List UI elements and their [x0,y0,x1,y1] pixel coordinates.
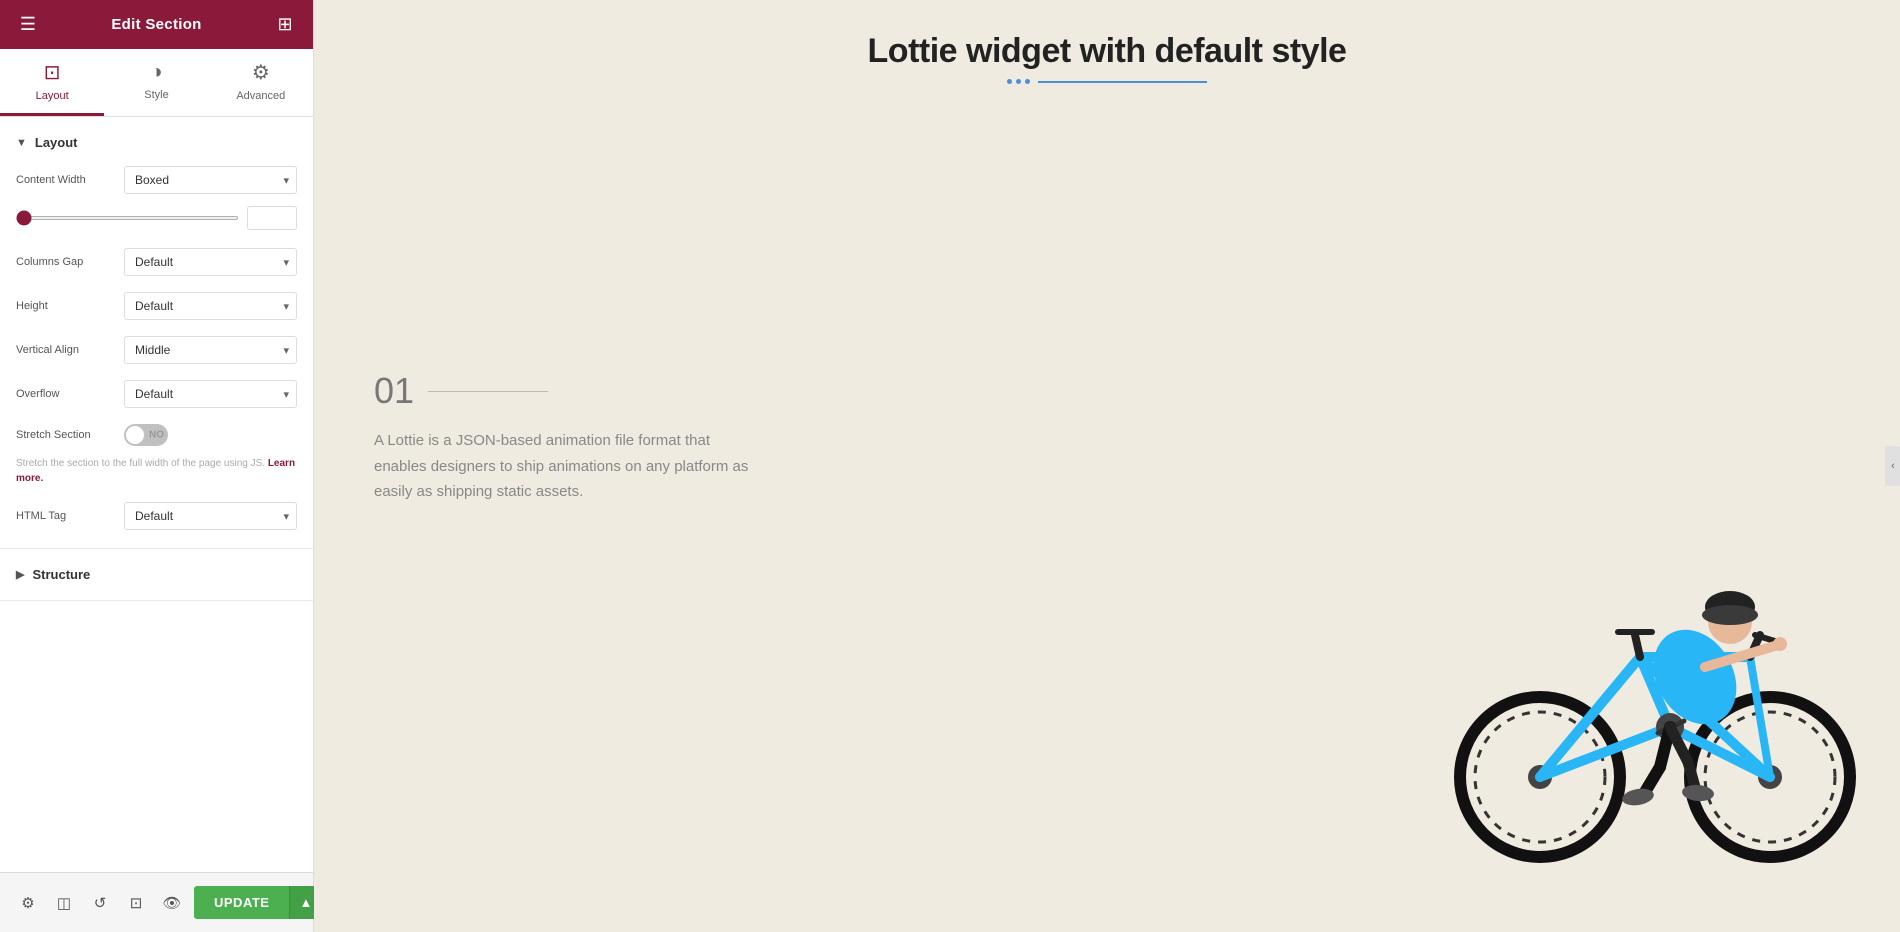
structure-section-header[interactable]: ▶ Structure [0,559,313,590]
content-width-control: Boxed Full Width ▾ [124,166,297,194]
bicycle-illustration [1440,527,1860,872]
columns-gap-select[interactable]: Default No Gap Narrow Extended Wide [124,248,297,276]
grid-icon[interactable]: ⊞ [271,11,299,39]
section-number: 01 [374,370,754,412]
width-slider[interactable] [16,216,239,220]
dots-group [1007,79,1030,84]
advanced-tab-label: Advanced [236,90,285,102]
overflow-row: Overflow Default Hidden ▾ [0,372,313,416]
update-button[interactable]: UPDATE [194,886,289,919]
layout-section-group: ▼ Layout Content Width Boxed Full Width … [0,117,313,549]
layout-tab-label: Layout [36,90,69,102]
structure-section-group: ▶ Structure [0,549,313,601]
collapse-handle[interactable]: ‹ [1885,446,1900,486]
panel-tabs: ⊡ Layout ◑ Style ⚙ Advanced [0,49,313,117]
height-select[interactable]: Default Fit to Screen Min Height [124,292,297,320]
layout-tab-icon: ⊡ [44,60,61,85]
advanced-tab-icon: ⚙ [252,60,270,85]
overflow-select[interactable]: Default Hidden [124,380,297,408]
stretch-section-label: Stretch Section [16,428,116,442]
width-slider-input[interactable] [247,206,297,230]
columns-gap-control: Default No Gap Narrow Extended Wide ▾ [124,248,297,276]
structure-chevron-icon: ▶ [16,568,24,581]
vertical-align-select[interactable]: Top Middle Bottom [124,336,297,364]
panel-header: ☰ Edit Section ⊞ [0,0,313,49]
toggle-no-label: NO [149,430,164,441]
left-panel: ☰ Edit Section ⊞ ⊡ Layout ◑ Style ⚙ Adva… [0,0,314,932]
layout-section-header[interactable]: ▼ Layout [0,127,313,158]
layout-chevron-icon: ▼ [16,137,27,149]
dot-1 [1007,79,1012,84]
stretch-section-row: Stretch Section NO [0,416,313,454]
stretch-description: Stretch the section to the full width of… [16,458,265,469]
content-width-label: Content Width [16,173,116,187]
columns-gap-label: Columns Gap [16,255,116,269]
responsive-icon-btn[interactable]: ⊡ [120,887,152,919]
style-tab-icon: ◑ [150,61,162,84]
overflow-label: Overflow [16,387,116,401]
toggle-knob [126,426,144,444]
panel-content: ▼ Layout Content Width Boxed Full Width … [0,117,313,872]
tab-layout[interactable]: ⊡ Layout [0,49,104,116]
section-01-content: 01 A Lottie is a JSON-based animation fi… [374,370,754,505]
main-area: ‹ Lottie widget with default style 01 A … [314,0,1900,932]
vertical-align-row: Vertical Align Top Middle Bottom ▾ [0,328,313,372]
preview-icon-btn[interactable]: 👁 [156,887,188,919]
divider-line [1038,81,1207,83]
height-label: Height [16,299,116,313]
bicycle-svg [1440,527,1860,867]
menu-icon[interactable]: ☰ [14,11,42,39]
overflow-control: Default Hidden ▾ [124,380,297,408]
html-tag-label: HTML Tag [16,509,116,523]
panel-title: Edit Section [111,16,201,33]
html-tag-select[interactable]: Default header footer main article secti… [124,502,297,530]
layout-section-label: Layout [35,135,78,150]
html-tag-control: Default header footer main article secti… [124,502,297,530]
structure-section-label: Structure [32,567,90,582]
columns-gap-row: Columns Gap Default No Gap Narrow Extend… [0,240,313,284]
html-tag-row: HTML Tag Default header footer main arti… [0,494,313,538]
content-width-select[interactable]: Boxed Full Width [124,166,297,194]
height-row: Height Default Fit to Screen Min Height … [0,284,313,328]
stretch-toggle-wrapper: NO [124,424,297,446]
history-icon-btn[interactable]: ↺ [84,887,116,919]
settings-icon-btn[interactable]: ⚙ [12,887,44,919]
panel-bottom-toolbar: ⚙ ◫ ↺ ⊡ 👁 UPDATE ▲ [0,872,313,932]
tab-style[interactable]: ◑ Style [104,49,208,116]
vertical-align-control: Top Middle Bottom ▾ [124,336,297,364]
stretch-toggle[interactable]: NO [124,424,168,446]
section-number-text: 01 [374,370,414,412]
update-btn-group: UPDATE ▲ [194,886,321,919]
stretch-section-control: NO [124,424,297,446]
height-control: Default Fit to Screen Min Height ▾ [124,292,297,320]
tab-advanced[interactable]: ⚙ Advanced [209,49,313,116]
title-divider [1007,79,1207,84]
stretch-info-text: Stretch the section to the full width of… [0,454,313,494]
dot-3 [1025,79,1030,84]
vertical-align-label: Vertical Align [16,343,116,357]
section-text: A Lottie is a JSON-based animation file … [374,428,754,505]
dot-2 [1016,79,1021,84]
content-width-row: Content Width Boxed Full Width ▾ [0,158,313,202]
width-slider-row [0,202,313,240]
page-title: Lottie widget with default style [314,0,1900,71]
style-tab-label: Style [144,89,168,101]
layers-icon-btn[interactable]: ◫ [48,887,80,919]
number-line [428,391,548,392]
